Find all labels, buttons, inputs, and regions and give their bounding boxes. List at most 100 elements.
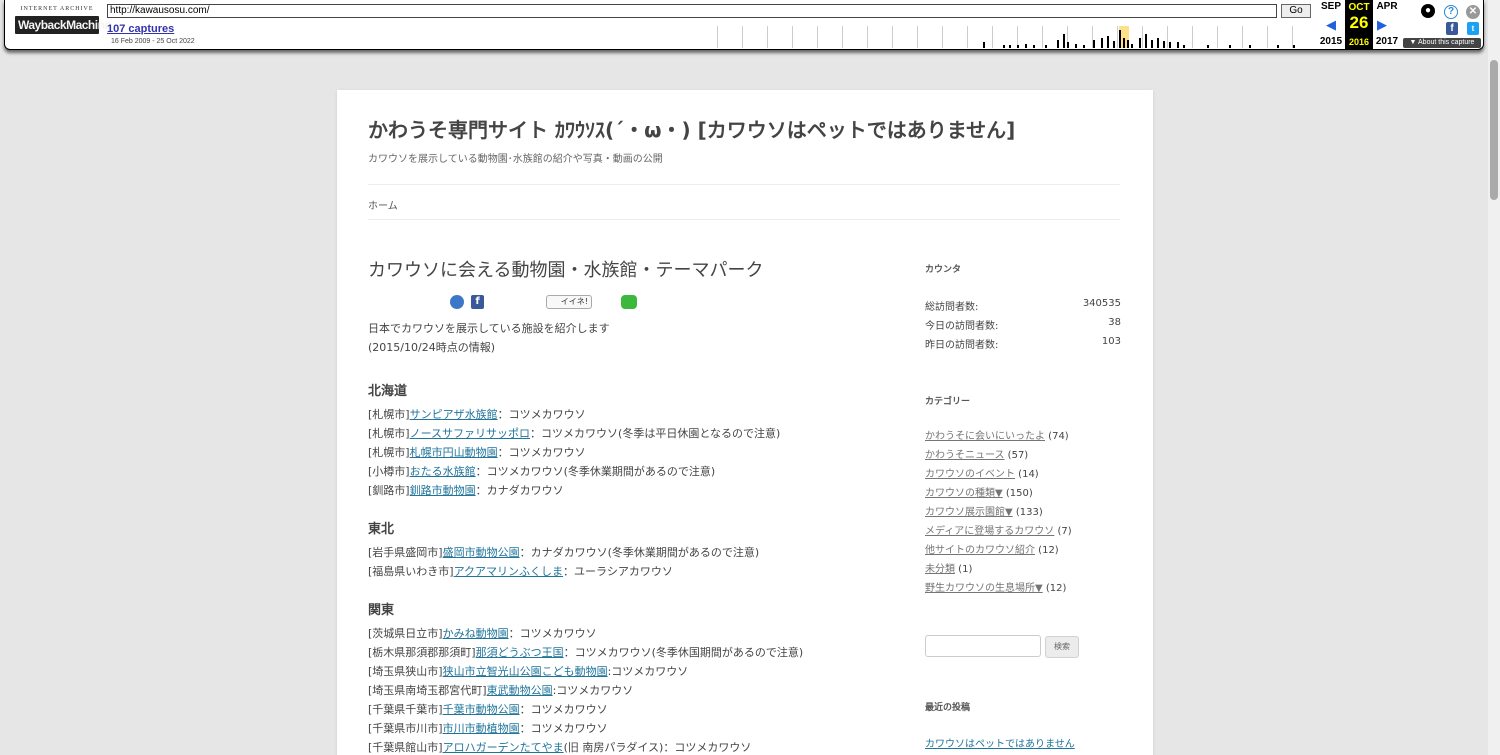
facility-location: [釧路市] <box>368 484 410 497</box>
category-link[interactable]: 野生カワウソの生息場所▼ <box>925 583 1043 594</box>
sparkline-year-divider <box>1192 26 1193 48</box>
facility-row: [千葉県市川市]市川市動植物園：コツメカワウソ <box>368 719 888 738</box>
sparkline-bar <box>1207 45 1209 48</box>
facility-link[interactable]: 狭山市立智光山公園こども動物園 <box>443 665 608 678</box>
facility-link[interactable]: かみね動物園 <box>443 627 509 640</box>
category-item: 野生カワウソの生息場所▼ (12) <box>925 579 1121 598</box>
hatena-bookmark-icon[interactable] <box>450 295 464 309</box>
category-link[interactable]: メディアに登場するカワウソ <box>925 526 1054 537</box>
category-link[interactable]: かわうそに会いにいったよ <box>925 431 1045 442</box>
recent-posts-title: 最近の投稿 <box>925 703 971 713</box>
wayback-sparkline[interactable] <box>717 24 1311 48</box>
facility-link[interactable]: 市川市動植物園 <box>443 722 520 735</box>
nav-item-home[interactable]: ホーム <box>368 197 398 212</box>
sparkline-bar <box>1183 45 1185 48</box>
sparkline-bar <box>1145 34 1147 48</box>
sparkline-year-divider <box>967 26 968 48</box>
sparkline-year-divider <box>1167 26 1168 48</box>
sparkline-bar <box>1093 40 1095 48</box>
facility-row: [茨城県日立市]かみね動物園：コツメカワウソ <box>368 624 888 643</box>
category-link[interactable]: カワウソ展示園館▼ <box>925 507 1013 518</box>
facility-row: [札幌市]札幌市円山動物園：コツメカワウソ <box>368 443 888 462</box>
facility-link[interactable]: 釧路市動物園 <box>410 484 476 497</box>
category-link[interactable]: かわうそニュース <box>925 450 1005 461</box>
sparkline-year-divider <box>1042 26 1043 48</box>
sparkline-bar <box>1123 38 1125 48</box>
facility-row: [千葉県千葉市]千葉市動物公園：コツメカワウソ <box>368 700 888 719</box>
sparkline-year-divider <box>942 26 943 48</box>
search-input[interactable] <box>925 635 1041 657</box>
page-container: かわうそ専門サイト ｶﾜｳｿｽ(´・ω・) [カワウソはペットではありません] … <box>337 90 1153 755</box>
sparkline-bar <box>1025 44 1027 48</box>
sparkline-year-divider <box>1117 26 1118 48</box>
region-heading: 関東 <box>368 603 395 618</box>
facility-row: [埼玉県南埼玉郡宮代町]東武動物公園:コツメカワウソ <box>368 681 888 700</box>
user-icon[interactable]: ● <box>1421 4 1435 18</box>
category-item: かわうそに会いにいったよ (74) <box>925 427 1121 446</box>
sparkline-bar <box>1151 40 1153 48</box>
line-share-icon[interactable] <box>621 295 637 309</box>
sparkline-year-divider <box>992 26 993 48</box>
recent-post-link[interactable]: カワウソはペットではありません <box>925 739 1075 750</box>
prev-arrow-icon[interactable]: ◀ <box>1326 17 1336 33</box>
counter-value: 38 <box>1108 317 1121 328</box>
facility-link[interactable]: アロハガーデンたてやま <box>443 741 564 754</box>
facebook-share-icon[interactable]: f <box>471 295 484 309</box>
facility-link[interactable]: 札幌市円山動物園 <box>410 446 498 459</box>
category-link[interactable]: 他サイトのカワウソ紹介 <box>925 545 1035 556</box>
facility-species: ：コツメカワウソ <box>497 446 586 459</box>
facility-link[interactable]: 那須どうぶつ王国 <box>476 646 564 659</box>
facility-species: ：コツメカワウソ <box>497 408 586 421</box>
search-button[interactable]: 検索 <box>1045 636 1079 658</box>
next-arrow-icon[interactable]: ▶ <box>1377 17 1387 33</box>
sparkline-bar <box>1003 45 1005 48</box>
page-scrollbar[interactable] <box>1488 0 1500 755</box>
about-capture-button[interactable]: ▼ About this capture <box>1403 38 1481 48</box>
close-icon[interactable]: ✕ <box>1466 5 1480 19</box>
counter-row: 今日の訪問者数: 38 <box>925 317 1121 336</box>
wayback-logo[interactable]: INTERNET ARCHIVE WaybackMachine <box>15 6 111 40</box>
twitter-icon[interactable]: t <box>1467 22 1479 35</box>
sparkline-year-divider <box>1217 26 1218 48</box>
facility-link[interactable]: ノースサファリサッポロ <box>410 427 530 440</box>
sparkline-year-divider <box>742 26 743 48</box>
category-count: (133) <box>1012 507 1043 518</box>
wayback-url-input[interactable]: http://kawausosu.com/ <box>107 4 1277 18</box>
category-count: (12) <box>1042 583 1067 594</box>
wayback-prev-year: 2015 <box>1319 36 1343 47</box>
wayback-go-button[interactable]: Go <box>1281 4 1311 18</box>
facility-species: (旧 南房パラダイス)：コツメカワウソ <box>563 741 752 754</box>
share-buttons: f イイネ! <box>368 295 688 311</box>
wayback-captures-link[interactable]: 107 captures <box>107 23 174 35</box>
facility-location: [千葉県館山市] <box>368 741 443 754</box>
wayback-next-month[interactable]: APR 2017 <box>1373 1 1401 47</box>
sparkline-bar <box>1119 30 1121 48</box>
sparkline-year-divider <box>867 26 868 48</box>
facility-species: ：コツメカワウソ <box>519 703 608 716</box>
help-icon[interactable]: ? <box>1444 5 1458 19</box>
sparkline-bar <box>1229 45 1231 48</box>
facility-row: [岩手県盛岡市]盛岡市動物公園：カナダカワウソ(冬季休業期間があるので注意) <box>368 543 888 562</box>
sparkline-year-divider <box>1242 26 1243 48</box>
wayback-prev-month[interactable]: SEP 2015 <box>1317 1 1345 47</box>
facility-species: ：カナダカワウソ <box>475 484 564 497</box>
facility-link[interactable]: 東武動物公園 <box>487 684 553 697</box>
scrollbar-thumb[interactable] <box>1490 60 1498 200</box>
counter-label: 昨日の訪問者数: <box>925 340 999 351</box>
facebook-icon[interactable]: f <box>1446 22 1458 35</box>
category-count: (1) <box>955 564 973 575</box>
category-link[interactable]: カワウソのイベント <box>925 469 1015 480</box>
category-link[interactable]: カワウソの種類▼ <box>925 488 1003 499</box>
facility-link[interactable]: 盛岡市動物公園 <box>443 546 520 559</box>
facility-row: [札幌市]サンピアザ水族館：コツメカワウソ <box>368 405 888 424</box>
counter-value: 340535 <box>1082 298 1121 309</box>
facility-link[interactable]: サンピアザ水族館 <box>410 408 498 421</box>
category-link[interactable]: 未分類 <box>925 564 955 575</box>
facility-link[interactable]: アクアマリンふくしま <box>454 565 563 578</box>
facility-link[interactable]: 千葉市動物公園 <box>443 703 520 716</box>
facility-species: ：コツメカワウソ(冬季休国期間があるので注意) <box>563 646 804 659</box>
site-title[interactable]: かわうそ専門サイト ｶﾜｳｿｽ(´・ω・) [カワウソはペットではありません] <box>368 114 1015 143</box>
facility-link[interactable]: おたる水族館 <box>410 465 476 478</box>
iine-button[interactable]: イイネ! <box>546 295 592 309</box>
category-item: カワウソ展示園館▼ (133) <box>925 503 1121 522</box>
